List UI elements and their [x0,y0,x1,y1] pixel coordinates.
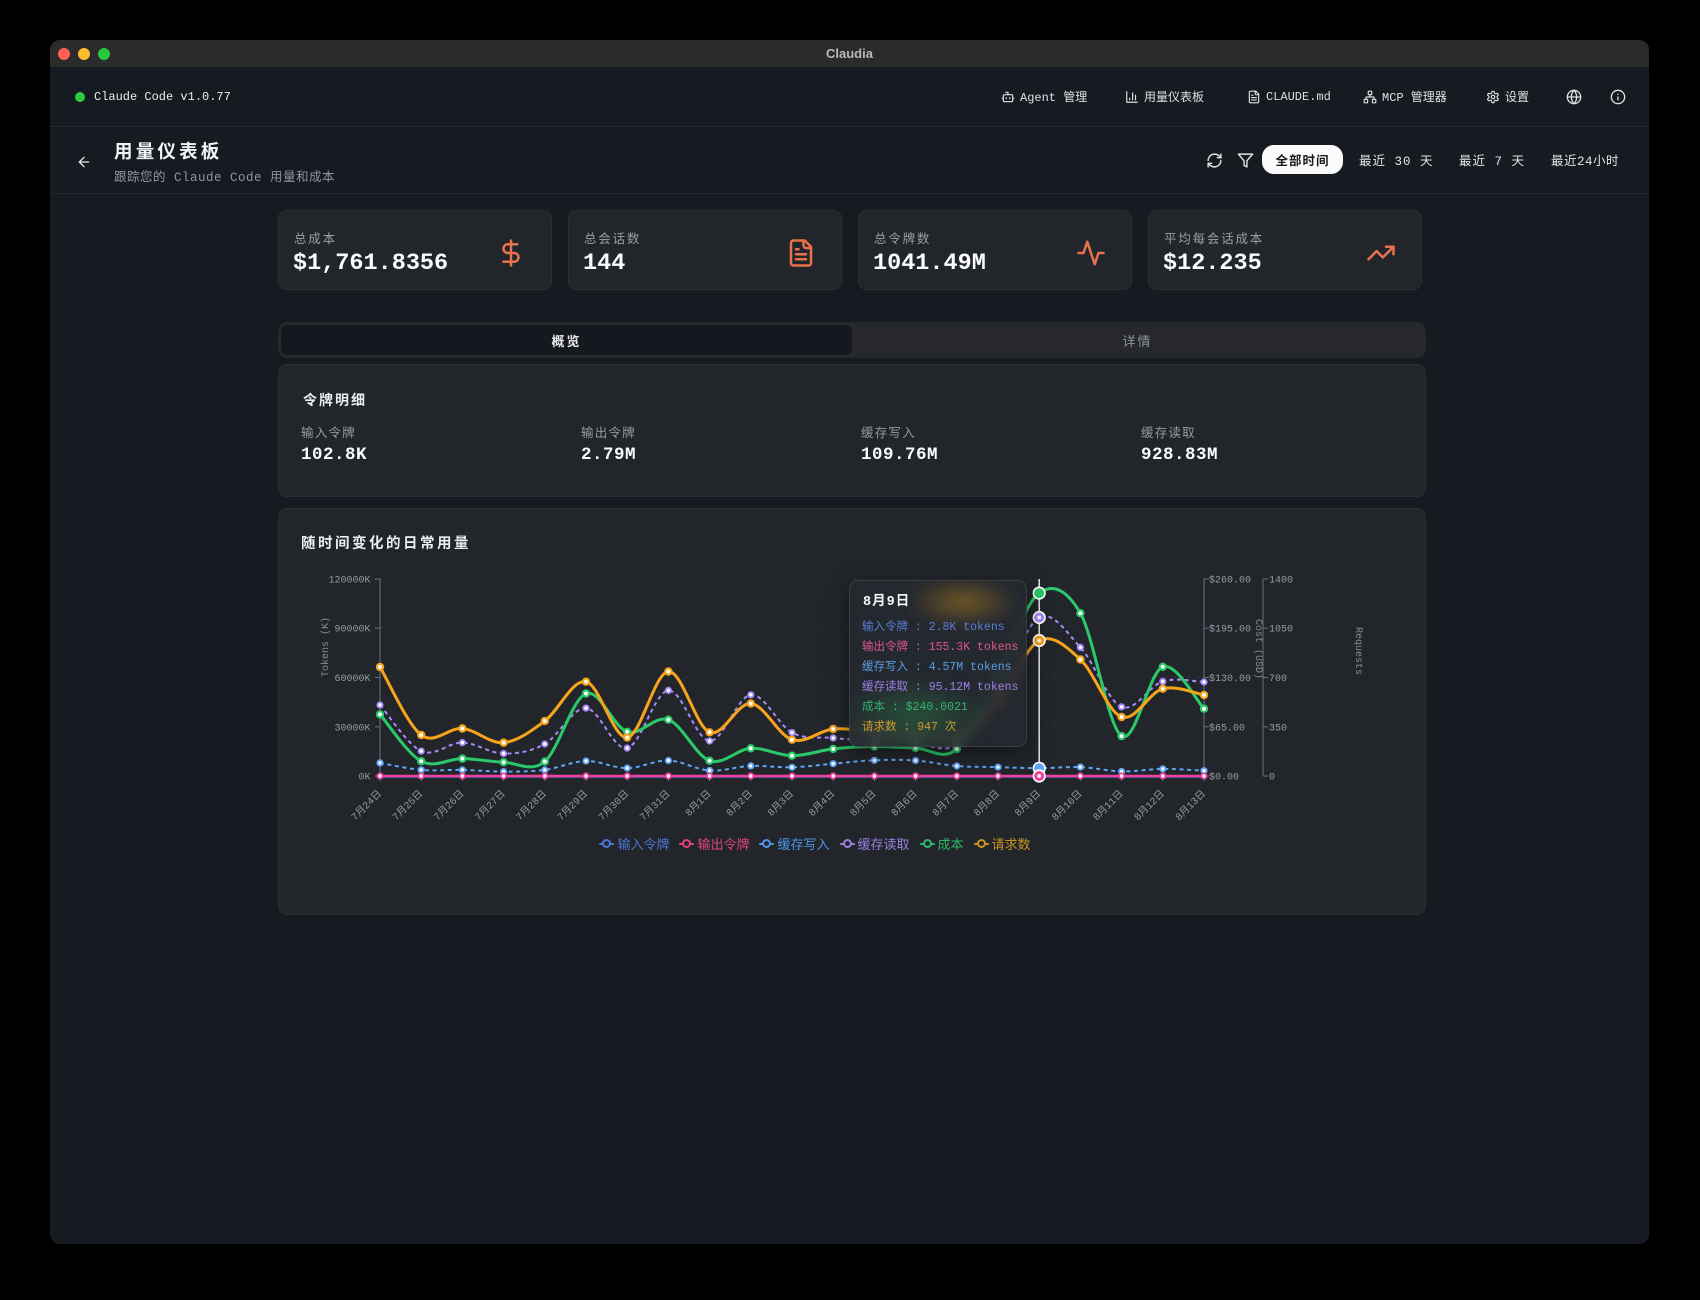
svg-text:120000K: 120000K [328,576,370,587]
svg-text:8月9日: 8月9日 [1012,788,1044,820]
svg-text:7月27日: 7月27日 [472,788,508,824]
svg-text:350: 350 [1269,723,1287,734]
svg-text:90000K: 90000K [334,625,370,636]
svg-text:8月13日: 8月13日 [1173,788,1209,824]
svg-text:8月6日: 8月6日 [889,788,921,820]
svg-text:8月5日: 8月5日 [847,788,879,820]
svg-text:$0.00: $0.00 [1209,772,1239,784]
svg-text:0K: 0K [358,773,370,784]
svg-text:7月29日: 7月29日 [555,788,591,824]
svg-text:7月30日: 7月30日 [596,788,632,824]
svg-text:$65.00: $65.00 [1209,722,1245,734]
svg-text:Requests: Requests [1352,627,1363,675]
svg-text:8月10日: 8月10日 [1049,788,1085,824]
svg-text:8月1日: 8月1日 [683,788,715,820]
svg-text:$260.00: $260.00 [1209,575,1251,587]
svg-text:1400: 1400 [1269,576,1293,587]
svg-text:Tokens (K): Tokens (K) [320,617,332,677]
svg-text:$130.00: $130.00 [1209,673,1251,685]
svg-text:8月12日: 8月12日 [1132,788,1168,824]
svg-text:8月8日: 8月8日 [971,788,1003,820]
svg-text:7月24日: 7月24日 [349,788,385,824]
svg-text:8月3日: 8月3日 [765,788,797,820]
svg-text:7月28日: 7月28日 [514,788,550,824]
svg-text:0: 0 [1269,773,1275,784]
svg-text:$195.00: $195.00 [1209,624,1251,636]
svg-text:8月7日: 8月7日 [930,788,962,820]
svg-text:60000K: 60000K [334,674,370,685]
svg-text:7月31日: 7月31日 [637,788,673,824]
svg-text:8月2日: 8月2日 [724,788,756,820]
svg-text:8月4日: 8月4日 [806,788,838,820]
svg-text:Cost (USD): Cost (USD) [1252,619,1264,679]
svg-text:7月26日: 7月26日 [431,788,467,824]
svg-text:7月25日: 7月25日 [390,788,426,824]
svg-text:30000K: 30000K [334,723,370,734]
svg-text:700: 700 [1269,674,1287,685]
svg-text:8月11日: 8月11日 [1090,788,1126,824]
svg-text:1050: 1050 [1269,625,1293,636]
